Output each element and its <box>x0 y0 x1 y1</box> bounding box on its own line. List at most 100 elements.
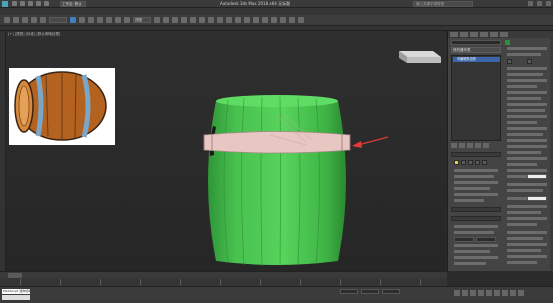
undo-icon[interactable] <box>36 1 41 6</box>
border-mode-icon[interactable] <box>468 160 473 165</box>
spinner-snap-icon[interactable] <box>208 17 214 23</box>
param-checkbox[interactable] <box>507 59 512 64</box>
polygon-mode-icon[interactable] <box>475 160 480 165</box>
object-name-field[interactable] <box>451 40 501 45</box>
undo-toolbar-icon[interactable] <box>4 17 10 23</box>
select-object-icon[interactable] <box>70 17 76 23</box>
viewcube-front-face[interactable] <box>407 57 441 63</box>
save-file-icon[interactable] <box>28 1 33 6</box>
rendered-frame-window-icon[interactable] <box>289 17 295 23</box>
modifier-list-dropdown[interactable]: 修改器列表 <box>451 47 501 53</box>
x-coordinate-field[interactable] <box>340 289 358 294</box>
keyboard-shortcut-icon[interactable] <box>172 17 178 23</box>
green-barrel-model[interactable] <box>203 95 351 267</box>
open-file-icon[interactable] <box>20 1 25 6</box>
window-crossing-icon[interactable] <box>97 17 103 23</box>
mirror-icon[interactable] <box>226 17 232 23</box>
maximize-viewport-icon[interactable] <box>518 290 524 296</box>
z-coordinate-field[interactable] <box>382 289 400 294</box>
link-icon[interactable] <box>22 17 28 23</box>
barrel-body[interactable] <box>208 97 346 265</box>
maxscript-listener[interactable]: MAXScript 迷你侦听器 <box>2 289 30 294</box>
configure-modifier-sets-icon[interactable] <box>483 143 489 148</box>
edge-mode-icon[interactable] <box>461 160 466 165</box>
soft-selection-rollout[interactable] <box>451 207 501 212</box>
utilities-tab-icon[interactable] <box>500 32 508 37</box>
unlink-icon[interactable] <box>31 17 37 23</box>
coordinate-display <box>340 289 400 295</box>
workspace-selector[interactable]: 工作区: 默认 <box>60 1 86 7</box>
reference-coordinate-dropdown[interactable]: 视图 <box>133 17 151 23</box>
selection-filter-dropdown[interactable] <box>49 17 67 23</box>
search-input[interactable]: 键入关键字或短语 <box>413 1 473 7</box>
percent-snap-icon[interactable] <box>199 17 205 23</box>
value-field[interactable] <box>476 237 496 242</box>
status-bar: MAXScript 迷你侦听器 <box>0 286 553 303</box>
go-to-end-icon[interactable] <box>486 290 492 296</box>
select-scale-icon[interactable] <box>124 17 130 23</box>
previous-frame-icon[interactable] <box>462 290 468 296</box>
perspective-viewport[interactable]: [+] [透视] [标准] [默认明暗处理] <box>6 31 446 271</box>
element-mode-icon[interactable] <box>482 160 487 165</box>
angle-snap-icon[interactable] <box>190 17 196 23</box>
named-selection-icon[interactable] <box>217 17 223 23</box>
render-production-icon[interactable] <box>298 17 304 23</box>
redo-icon[interactable] <box>44 1 49 6</box>
bind-spacewarp-icon[interactable] <box>40 17 46 23</box>
align-icon[interactable] <box>235 17 241 23</box>
orbit-icon[interactable] <box>510 290 516 296</box>
color-field[interactable] <box>527 196 547 201</box>
minimize-icon[interactable] <box>528 1 533 6</box>
hierarchy-tab-icon[interactable] <box>470 32 478 37</box>
maximize-icon[interactable] <box>537 1 542 6</box>
select-by-name-icon[interactable] <box>79 17 85 23</box>
maxscript-input[interactable] <box>2 295 30 300</box>
pin-stack-icon[interactable] <box>451 143 457 148</box>
schematic-view-icon[interactable] <box>262 17 268 23</box>
select-move-icon[interactable] <box>106 17 112 23</box>
create-tab-icon[interactable] <box>450 32 458 37</box>
render-setup-icon[interactable] <box>280 17 286 23</box>
color-field[interactable] <box>527 174 547 179</box>
y-coordinate-field[interactable] <box>361 289 379 294</box>
app-logo-icon[interactable] <box>2 1 8 7</box>
object-color-swatch[interactable] <box>505 40 510 45</box>
manipulate-icon[interactable] <box>163 17 169 23</box>
option-row <box>454 250 490 253</box>
material-editor-icon[interactable] <box>271 17 277 23</box>
show-end-result-icon[interactable] <box>459 143 465 148</box>
modifier-stack-item[interactable]: 可编辑多边形 <box>453 57 500 62</box>
modify-tab-icon[interactable] <box>460 32 468 37</box>
remove-modifier-icon[interactable] <box>475 143 481 148</box>
viewport-label[interactable]: [+] [透视] [标准] [默认明暗处理] <box>8 32 60 37</box>
zoom-extents-icon[interactable] <box>494 290 500 296</box>
motion-tab-icon[interactable] <box>480 32 488 37</box>
barrel-hoop-band[interactable] <box>203 131 351 154</box>
selection-rollout[interactable] <box>451 152 501 157</box>
pivot-center-icon[interactable] <box>154 17 160 23</box>
param-checkbox[interactable] <box>527 59 532 64</box>
rectangular-selection-icon[interactable] <box>88 17 94 23</box>
pan-view-icon[interactable] <box>502 290 508 296</box>
value-field[interactable] <box>454 237 474 242</box>
go-to-start-icon[interactable] <box>454 290 460 296</box>
vertex-mode-icon[interactable] <box>454 160 459 165</box>
edit-geometry-rollout[interactable] <box>451 216 501 221</box>
layer-manager-icon[interactable] <box>244 17 250 23</box>
redo-toolbar-icon[interactable] <box>13 17 19 23</box>
play-icon[interactable] <box>470 290 476 296</box>
display-tab-icon[interactable] <box>490 32 498 37</box>
close-icon[interactable] <box>546 1 551 6</box>
viewcube-icon[interactable] <box>399 51 441 63</box>
make-unique-icon[interactable] <box>467 143 473 148</box>
time-slider[interactable] <box>0 271 447 278</box>
track-tick <box>140 279 141 285</box>
select-rotate-icon[interactable] <box>115 17 121 23</box>
snaps-toggle-icon[interactable] <box>181 17 187 23</box>
curve-editor-icon[interactable] <box>253 17 259 23</box>
new-file-icon[interactable] <box>12 1 17 6</box>
param-row <box>507 47 547 50</box>
track-bar[interactable] <box>0 278 447 286</box>
barrel-top-cap[interactable] <box>216 95 338 107</box>
next-frame-icon[interactable] <box>478 290 484 296</box>
